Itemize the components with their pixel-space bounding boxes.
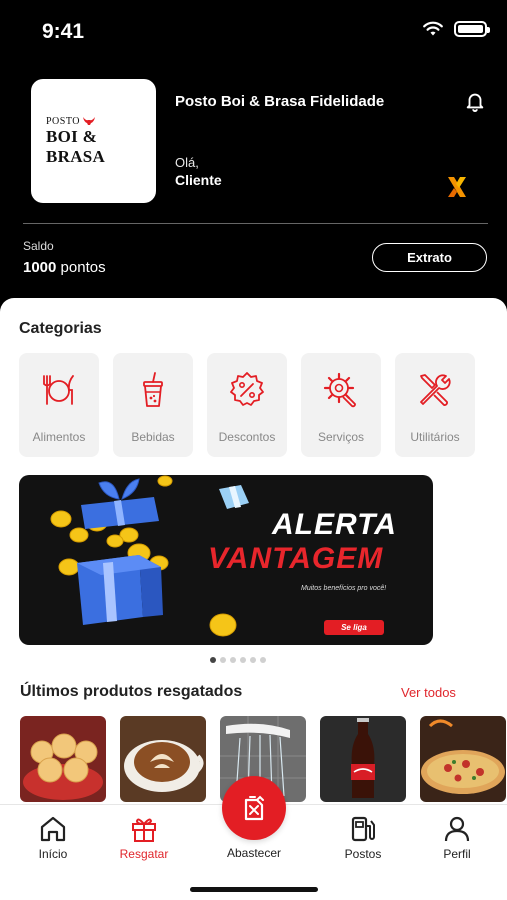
tab-postos[interactable]: Postos — [323, 815, 403, 861]
gift-icon — [132, 818, 156, 842]
fuel-can-icon — [244, 795, 264, 821]
tab-abastecer-label: Abastecer — [226, 846, 282, 860]
utensils-icon — [43, 375, 74, 405]
banner-title-line2: VANTAGEM — [208, 542, 384, 575]
balance-unit: pontos — [60, 259, 106, 276]
category-servicos[interactable]: Serviços — [301, 353, 381, 457]
category-alimentos[interactable]: Alimentos — [19, 353, 99, 457]
tab-label: Perfil — [443, 847, 471, 861]
banner-cta-button[interactable]: Se liga — [324, 620, 384, 635]
category-label: Serviços — [317, 430, 364, 444]
product-cheese-bread[interactable] — [20, 716, 106, 802]
header-divider — [23, 223, 488, 224]
program-title: Posto Boi & Brasa Fidelidade — [175, 93, 385, 110]
bell-icon[interactable] — [464, 90, 486, 112]
home-indicator — [190, 887, 318, 892]
user-icon — [444, 816, 470, 842]
bull-icon — [83, 117, 95, 125]
tab-label: Início — [38, 847, 68, 861]
tab-resgatar[interactable]: Resgatar — [104, 815, 184, 861]
promo-banner[interactable]: ALERTA VANTAGEM Muitos benefícios pro vo… — [19, 475, 433, 645]
battery-icon — [454, 21, 490, 37]
balance-label: Saldo — [23, 239, 54, 253]
carousel-dot[interactable] — [260, 657, 266, 663]
carousel-dot[interactable] — [220, 657, 226, 663]
logo-main-text: BOI & BRASA — [46, 126, 106, 166]
gear-wrench-icon — [323, 372, 356, 408]
category-label: Alimentos — [32, 430, 86, 444]
tab-perfil[interactable]: Perfil — [417, 815, 497, 861]
client-name: Cliente — [175, 172, 222, 188]
header: 9:41 POSTO BOI & BRASA Posto Boi & Brasa… — [0, 0, 507, 320]
category-descontos[interactable]: Descontos — [207, 353, 287, 457]
category-bebidas[interactable]: Bebidas — [113, 353, 193, 457]
see-all-link[interactable]: Ver todos — [401, 685, 456, 700]
product-cappuccino[interactable] — [120, 716, 206, 802]
tab-inicio[interactable]: Início — [13, 815, 93, 861]
tab-label: Postos — [344, 847, 382, 861]
wifi-icon — [423, 21, 443, 36]
statement-button[interactable]: Extrato — [372, 243, 487, 272]
drink-cup-icon — [143, 372, 163, 407]
category-label: Utilitários — [410, 430, 460, 444]
carousel-dot[interactable] — [250, 657, 256, 663]
category-label: Bebidas — [131, 430, 175, 444]
home-icon — [40, 816, 66, 842]
store-logo: POSTO BOI & BRASA — [31, 79, 156, 203]
discount-badge-icon — [230, 372, 264, 406]
greeting: Olá, — [175, 155, 199, 170]
balance-value: 1000 pontos — [23, 259, 106, 276]
carousel-dot[interactable] — [210, 657, 216, 663]
logo-top-text: POSTO — [46, 115, 80, 127]
gas-station-icon — [351, 816, 375, 842]
banner-subtitle: Muitos benefícios pro você! — [301, 585, 387, 592]
status-time: 9:41 — [42, 20, 85, 43]
product-pizza[interactable] — [420, 716, 506, 802]
banner-title-line1: ALERTA — [272, 508, 397, 541]
tab-label: Resgatar — [119, 847, 169, 861]
carousel-dot[interactable] — [240, 657, 246, 663]
carousel-dot[interactable] — [230, 657, 236, 663]
brand-x-icon — [448, 177, 466, 197]
category-label: Descontos — [218, 430, 276, 444]
tools-icon — [420, 374, 451, 406]
product-cola-bottle[interactable] — [320, 716, 406, 802]
products-title: Últimos produtos resgatados — [20, 683, 243, 700]
categories-title: Categorias — [19, 320, 102, 337]
categories-list: Alimentos Bebidas Descontos Serviços Uti… — [19, 353, 475, 457]
category-utilitarios[interactable]: Utilitários — [395, 353, 475, 457]
tab-abastecer-button[interactable] — [222, 776, 286, 840]
balance-number: 1000 — [23, 259, 57, 276]
status-icons — [422, 21, 490, 37]
carousel-dots — [210, 657, 266, 663]
